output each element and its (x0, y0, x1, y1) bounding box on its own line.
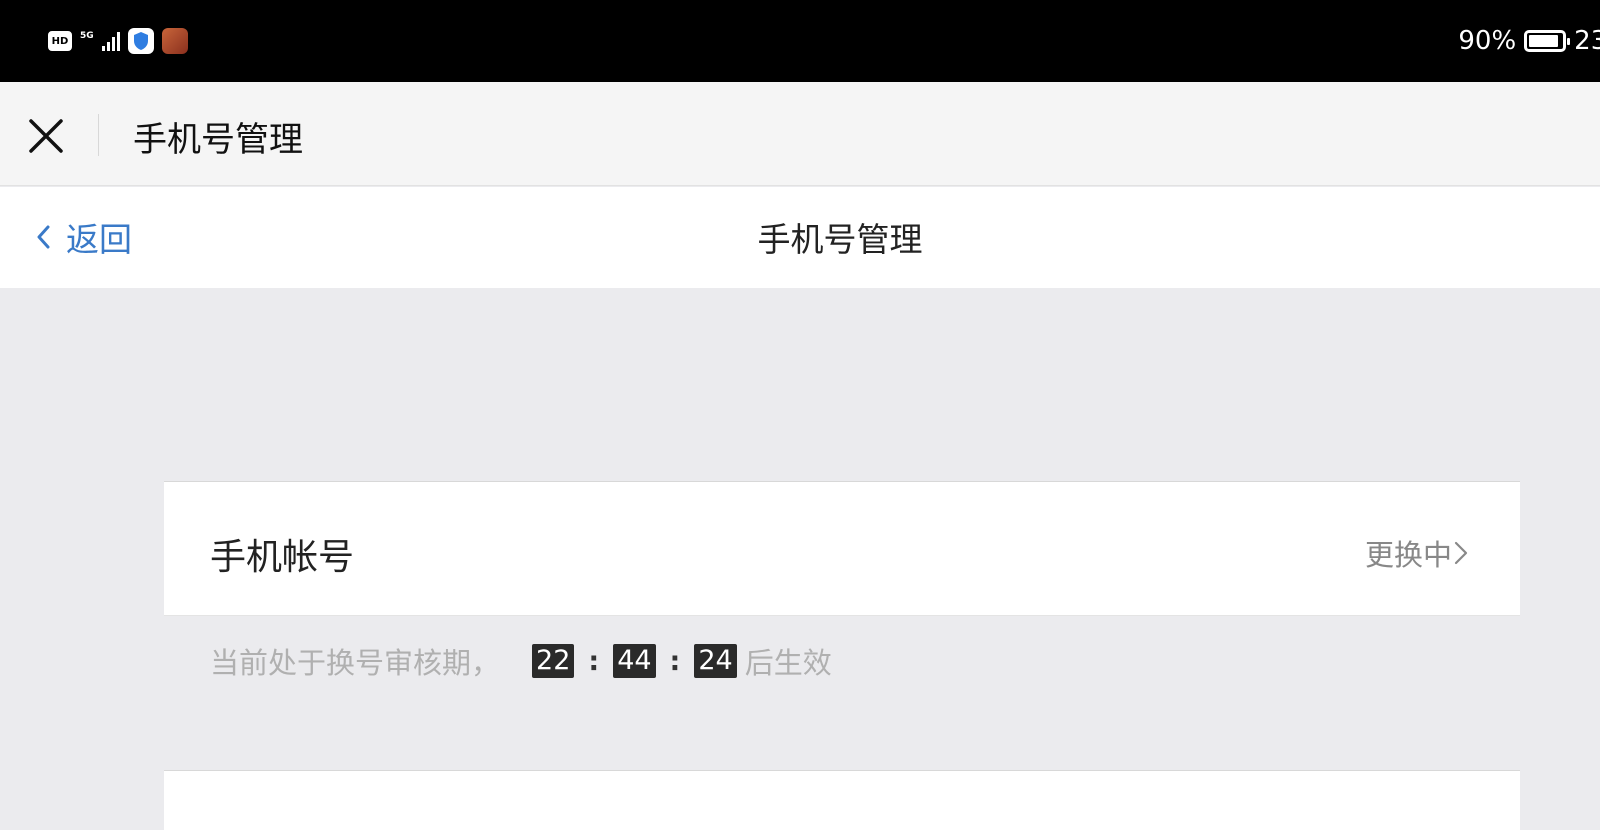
phone-account-status: 更换中 (1365, 532, 1468, 574)
page-nav-bar: 返回 手机号管理 (0, 187, 1600, 288)
countdown-seconds: 24 (694, 644, 737, 678)
signal-icon (101, 31, 120, 51)
notice-suffix: 后生效 (744, 646, 832, 680)
network-type-label: 5G (80, 30, 94, 41)
battery-percent: 90% (1458, 26, 1517, 56)
phone-account-label: 手机帐号 (210, 537, 355, 578)
hd-badge: HD (48, 31, 72, 51)
battery-fill (1529, 35, 1558, 47)
clock: 23: (1574, 26, 1600, 56)
shield-app-icon (127, 28, 154, 54)
notice-prefix: 当前处于换号审核期， (210, 646, 501, 680)
countdown-separator: : (588, 645, 600, 677)
close-icon (29, 119, 63, 153)
phone-account-row[interactable]: 手机帐号 更换中 (164, 481, 1520, 616)
chevron-right-icon (1454, 541, 1468, 565)
game-app-icon (161, 28, 188, 54)
status-right-group: 90% 23: (1458, 26, 1600, 56)
countdown-separator: : (669, 645, 681, 677)
page-title: 手机号管理 (757, 220, 923, 259)
close-button[interactable] (26, 116, 66, 156)
countdown-minutes: 44 (613, 644, 656, 678)
title-divider (98, 114, 99, 156)
battery-icon (1524, 30, 1571, 52)
webview-title-bar: 手机号管理 (0, 82, 1600, 186)
next-settings-row[interactable] (164, 770, 1520, 830)
window-title: 手机号管理 (133, 120, 303, 160)
status-bar: HD 5G 90% 23: (0, 0, 1600, 82)
status-label: 更换中 (1364, 538, 1452, 572)
review-notice: 当前处于换号审核期， 22 : 44 : 24 后生效 (210, 640, 832, 682)
status-left-group: HD 5G (48, 28, 188, 54)
countdown-hours: 22 (532, 644, 575, 678)
